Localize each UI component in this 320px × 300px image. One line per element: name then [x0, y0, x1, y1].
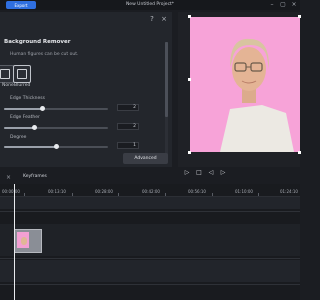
- tick: [72, 193, 73, 196]
- blur-icon: [17, 69, 27, 79]
- help-icon[interactable]: ?: [148, 15, 156, 23]
- tick-label: 00:42:00: [142, 189, 160, 194]
- resize-handle[interactable]: [188, 151, 191, 154]
- resize-handle[interactable]: [188, 78, 191, 81]
- video-preview: ▷ □ ◁ ▷: [178, 12, 301, 176]
- scrollbar-thumb[interactable]: [165, 42, 168, 117]
- edge-thickness-value[interactable]: 2: [117, 104, 139, 111]
- tick-label: 00:28:00: [95, 189, 113, 194]
- tick: [118, 193, 119, 196]
- tab-keyframes[interactable]: Keyframes: [23, 174, 47, 179]
- edge-thickness-slider[interactable]: [4, 106, 108, 111]
- panel-title: Background Remover: [4, 39, 71, 45]
- tick: [212, 193, 213, 196]
- slider-fill: [4, 108, 42, 110]
- slider-fill: [4, 127, 34, 129]
- time-ruler[interactable]: 00:00:00 00:13:10 00:28:00 00:42:00 00:5…: [0, 184, 300, 197]
- track-divider: [0, 284, 300, 285]
- option-blurred-label: Blurred: [14, 83, 31, 88]
- tick: [258, 193, 259, 196]
- track-divider: [0, 258, 300, 259]
- close-tab-icon[interactable]: ×: [6, 174, 11, 181]
- background-remover-panel: ? × Background Remover Human figures can…: [0, 12, 172, 167]
- slider-knob[interactable]: [40, 106, 45, 111]
- tick-label: 00:13:10: [48, 189, 66, 194]
- clip-thumbnail: [17, 232, 29, 248]
- track-row[interactable]: [0, 260, 300, 282]
- close-window-icon[interactable]: ×: [290, 1, 298, 9]
- timeline[interactable]: 00:00:00 00:13:10 00:28:00 00:42:00 00:5…: [0, 184, 300, 300]
- minimize-icon[interactable]: –: [268, 1, 276, 9]
- panel-subtitle: Human figures can be cut out.: [10, 52, 79, 57]
- edge-thickness-label: Edge Thickness: [10, 96, 45, 101]
- clip-face: [21, 237, 27, 245]
- option-none[interactable]: [0, 65, 14, 83]
- tick-label: 01:10:00: [235, 189, 253, 194]
- maximize-icon[interactable]: ▢: [279, 1, 287, 9]
- video-track[interactable]: [0, 224, 300, 256]
- degree-label: Degree: [10, 135, 27, 140]
- top-bar: Export New Untitled Project* – ▢ ×: [0, 0, 300, 10]
- edge-feather-label: Edge Feather: [10, 115, 40, 120]
- resize-handle[interactable]: [188, 15, 191, 18]
- option-blurred[interactable]: [13, 65, 31, 83]
- none-icon: [0, 69, 10, 79]
- tick-label: 00:56:10: [188, 189, 206, 194]
- edge-feather-slider[interactable]: [4, 125, 108, 130]
- track-row[interactable]: [0, 197, 300, 209]
- edge-feather-value[interactable]: 2: [117, 123, 139, 130]
- panel-header: ? ×: [0, 12, 172, 26]
- tick-label: 01:24:10: [280, 189, 298, 194]
- person-figure: [220, 38, 294, 152]
- slider-knob[interactable]: [32, 125, 37, 130]
- slider-fill: [4, 146, 56, 148]
- video-clip[interactable]: [14, 229, 42, 253]
- tick: [165, 193, 166, 196]
- preview-canvas[interactable]: [190, 17, 300, 152]
- track-divider: [0, 211, 300, 212]
- advanced-button[interactable]: Advanced: [123, 153, 168, 164]
- panel-scrollbar[interactable]: [165, 42, 168, 162]
- option-none-label: None: [2, 83, 14, 88]
- bottom-tab-row: × Keyframes: [0, 170, 300, 184]
- tick: [24, 193, 25, 196]
- close-panel-icon[interactable]: ×: [160, 15, 168, 23]
- tick-label: 00:00:00: [2, 189, 20, 194]
- degree-slider[interactable]: [4, 144, 108, 149]
- resize-handle[interactable]: [298, 15, 301, 18]
- playhead[interactable]: [14, 184, 15, 300]
- slider-knob[interactable]: [54, 144, 59, 149]
- resize-handle[interactable]: [298, 151, 301, 154]
- project-title: New Untitled Project*: [125, 2, 175, 7]
- degree-value[interactable]: 1: [117, 142, 139, 149]
